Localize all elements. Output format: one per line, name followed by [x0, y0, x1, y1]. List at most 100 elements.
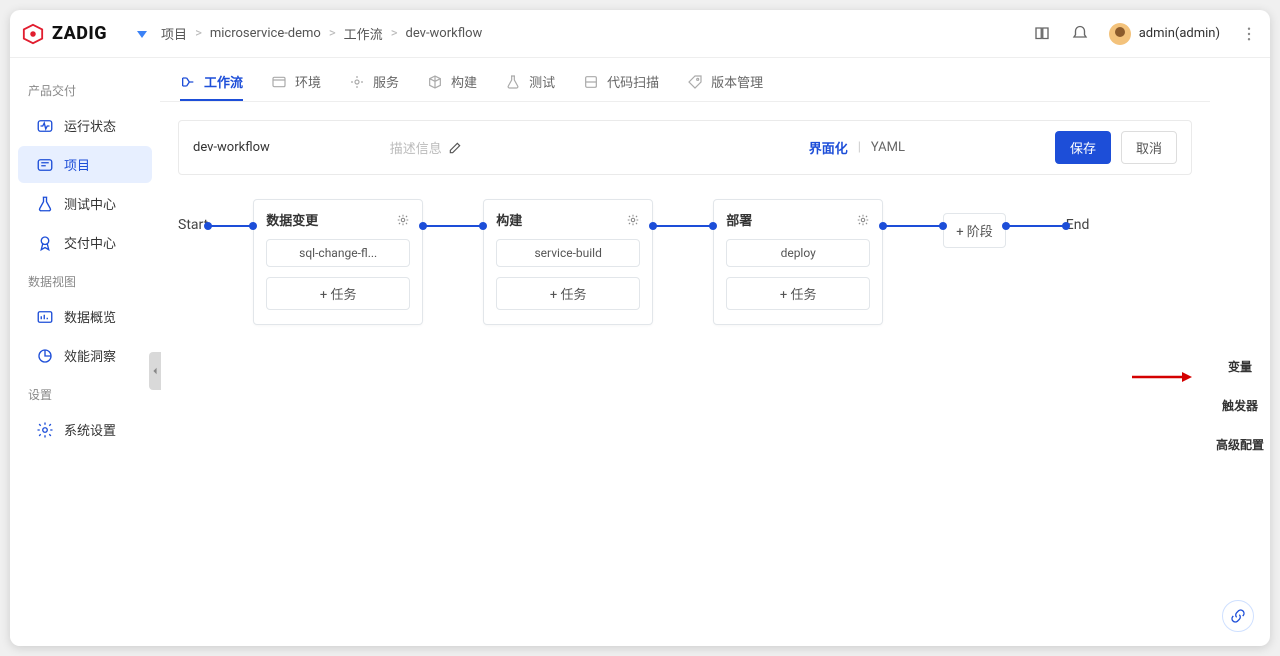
- tab-label: 工作流: [204, 72, 243, 91]
- app-window: ZADIG 项目 > microservice-demo > 工作流 > dev…: [10, 10, 1270, 646]
- tab-label: 测试: [529, 72, 555, 91]
- edit-icon: [448, 141, 462, 155]
- workflow-editor-header: dev-workflow 描述信息 界面化 | YAML 保存 取消: [178, 120, 1192, 175]
- rail-variables[interactable]: 变量: [1228, 358, 1252, 375]
- docs-icon[interactable]: [1033, 25, 1051, 43]
- tag-icon: [687, 74, 703, 90]
- sidebar-item-project[interactable]: 项目: [18, 146, 152, 183]
- medal-icon: [36, 234, 54, 252]
- logo-text: ZADIG: [52, 23, 107, 44]
- tab-label: 构建: [451, 72, 477, 91]
- sidebar-item-overview[interactable]: 数据概览: [18, 298, 152, 335]
- breadcrumb: 项目 > microservice-demo > 工作流 > dev-workf…: [161, 24, 482, 43]
- save-button[interactable]: 保存: [1055, 131, 1111, 164]
- breadcrumb-sep: >: [391, 26, 398, 41]
- rail-triggers[interactable]: 触发器: [1222, 397, 1258, 414]
- sidebar-collapse-handle[interactable]: [149, 352, 161, 390]
- sidebar-item-label: 测试中心: [64, 194, 116, 213]
- sidebar: 产品交付 运行状态 项目 测试中心 交付中心 数据视图 数据概览: [10, 58, 160, 646]
- rail-advanced[interactable]: 高级配置: [1216, 436, 1264, 453]
- body: 产品交付 运行状态 项目 测试中心 交付中心 数据视图 数据概览: [10, 58, 1270, 646]
- breadcrumb-item[interactable]: dev-workflow: [406, 26, 483, 41]
- cancel-button[interactable]: 取消: [1121, 131, 1177, 164]
- workflow-icon: [180, 74, 196, 90]
- right-rail: 变量 触发器 高级配置: [1210, 58, 1270, 646]
- description-field[interactable]: 描述信息: [390, 138, 462, 157]
- stage-card[interactable]: 构建 service-build + 任务: [483, 199, 653, 325]
- add-stage-button[interactable]: + 阶段: [943, 213, 1006, 248]
- tab-release[interactable]: 版本管理: [687, 72, 763, 101]
- tab-env[interactable]: 环境: [271, 72, 321, 101]
- description-placeholder: 描述信息: [390, 138, 442, 157]
- tab-test[interactable]: 测试: [505, 72, 555, 101]
- tab-label: 版本管理: [711, 72, 763, 91]
- pie-icon: [36, 347, 54, 365]
- sidebar-section: 数据视图: [10, 263, 160, 296]
- project-icon: [36, 156, 54, 174]
- top-bar: ZADIG 项目 > microservice-demo > 工作流 > dev…: [10, 10, 1270, 58]
- more-menu-icon[interactable]: [1240, 25, 1258, 43]
- stage-settings-icon[interactable]: [396, 213, 410, 227]
- tabs: 工作流 环境 服务 构建 测试: [160, 58, 1210, 102]
- heartbeat-icon: [36, 117, 54, 135]
- scan-icon: [583, 74, 599, 90]
- flow-connector: [208, 225, 253, 227]
- user-menu[interactable]: admin(admin): [1109, 23, 1220, 45]
- tab-workflow[interactable]: 工作流: [180, 72, 243, 101]
- tab-label: 代码扫描: [607, 72, 659, 91]
- workflow-name[interactable]: dev-workflow: [193, 140, 270, 155]
- breadcrumb-item[interactable]: 工作流: [344, 24, 383, 43]
- chart-icon: [36, 308, 54, 326]
- task-item[interactable]: sql-change-fl...: [266, 239, 410, 267]
- stage-settings-icon[interactable]: [856, 213, 870, 227]
- tab-label: 环境: [295, 72, 321, 91]
- sidebar-item-label: 交付中心: [64, 233, 116, 252]
- annotation-arrow-icon: [1132, 370, 1192, 384]
- sidebar-section: 设置: [10, 376, 160, 409]
- sidebar-item-test[interactable]: 测试中心: [18, 185, 152, 222]
- flow-connector: [1006, 225, 1066, 227]
- gear-icon: [36, 421, 54, 439]
- stage-title: 数据变更: [266, 210, 318, 229]
- project-switcher-caret-icon[interactable]: [137, 29, 147, 39]
- add-task-button[interactable]: + 任务: [496, 277, 640, 310]
- task-item[interactable]: service-build: [496, 239, 640, 267]
- breadcrumb-sep: >: [329, 26, 336, 41]
- flow-connector: [423, 225, 483, 227]
- flow-connector: [653, 225, 713, 227]
- tab-scan[interactable]: 代码扫描: [583, 72, 659, 101]
- add-task-button[interactable]: + 任务: [726, 277, 870, 310]
- breadcrumb-sep: >: [195, 26, 202, 41]
- sidebar-item-label: 效能洞察: [64, 346, 116, 365]
- sidebar-item-insight[interactable]: 效能洞察: [18, 337, 152, 374]
- logo: ZADIG: [22, 23, 137, 45]
- format-toggle: 界面化 | YAML 保存 取消: [809, 131, 1177, 164]
- tab-build[interactable]: 构建: [427, 72, 477, 101]
- sidebar-item-settings[interactable]: 系统设置: [18, 411, 152, 448]
- sidebar-item-label: 系统设置: [64, 420, 116, 439]
- sidebar-section: 产品交付: [10, 72, 160, 105]
- flask-icon: [505, 74, 521, 90]
- breadcrumb-item[interactable]: microservice-demo: [210, 26, 321, 41]
- breadcrumb-item[interactable]: 项目: [161, 24, 187, 43]
- format-yaml[interactable]: YAML: [871, 140, 905, 155]
- sidebar-item-label: 项目: [64, 155, 90, 174]
- service-icon: [349, 74, 365, 90]
- stage-settings-icon[interactable]: [626, 213, 640, 227]
- sidebar-item-delivery[interactable]: 交付中心: [18, 224, 152, 261]
- stage-card[interactable]: 部署 deploy + 任务: [713, 199, 883, 325]
- sidebar-item-label: 运行状态: [64, 116, 116, 135]
- stage-title: 构建: [496, 210, 522, 229]
- add-task-button[interactable]: + 任务: [266, 277, 410, 310]
- stage-card[interactable]: 数据变更 sql-change-fl... + 任务: [253, 199, 423, 325]
- tab-service[interactable]: 服务: [349, 72, 399, 101]
- logo-icon: [22, 23, 44, 45]
- main: 工作流 环境 服务 构建 测试: [160, 58, 1210, 646]
- env-icon: [271, 74, 287, 90]
- task-item[interactable]: deploy: [726, 239, 870, 267]
- sidebar-item-status[interactable]: 运行状态: [18, 107, 152, 144]
- bell-icon[interactable]: [1071, 25, 1089, 43]
- format-ui[interactable]: 界面化: [809, 138, 848, 157]
- stage-title: 部署: [726, 210, 752, 229]
- share-button[interactable]: [1222, 600, 1254, 632]
